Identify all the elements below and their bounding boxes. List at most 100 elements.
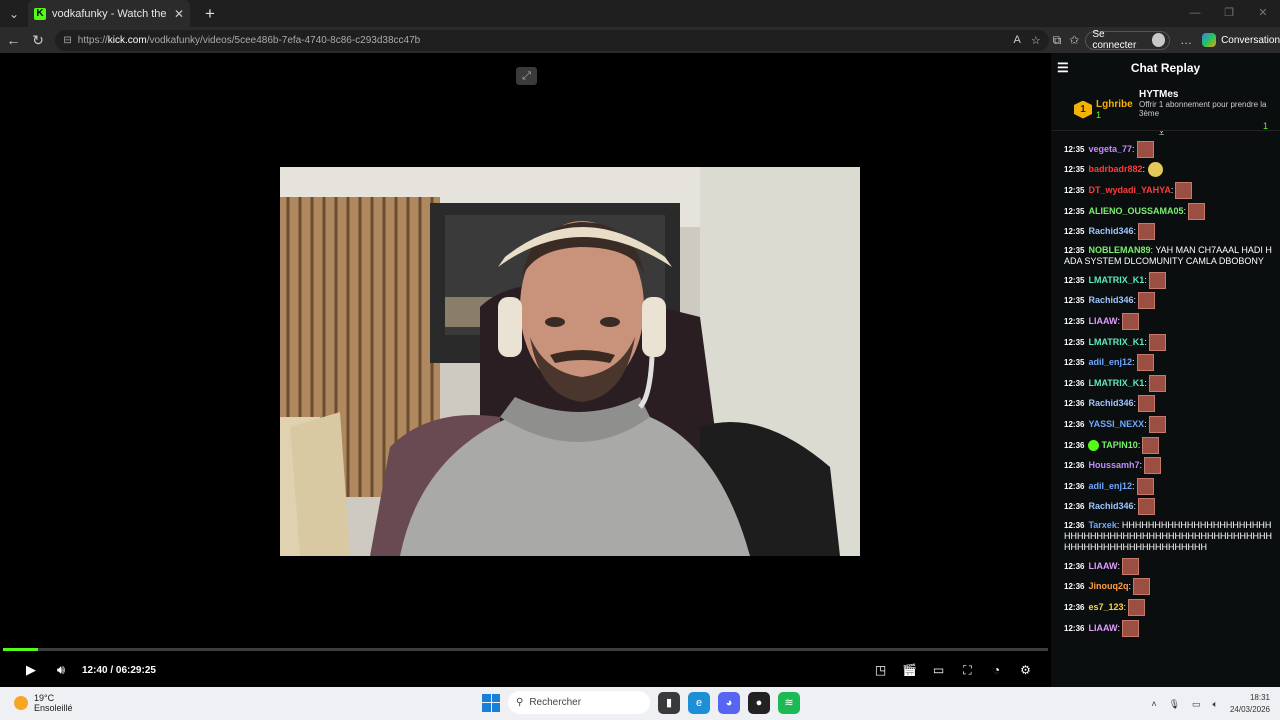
chat-message: 12:36 Jinouq2q:: [1064, 577, 1274, 598]
discord-icon[interactable]: ◕: [718, 691, 740, 714]
message-colon: :: [1117, 560, 1120, 571]
theater-mode-icon[interactable]: ⤢: [516, 67, 537, 85]
progress-bar[interactable]: [3, 648, 1048, 651]
search-icon: ⚲: [516, 697, 524, 708]
clock[interactable]: 18:31 24/03/2026: [1230, 692, 1270, 716]
start-windows-icon[interactable]: [482, 693, 500, 712]
edge-icon[interactable]: e: [688, 691, 710, 714]
message-colon: :: [1133, 295, 1137, 306]
second-gifter[interactable]: HYTMes Offrir 1 abonnement pour prendre …: [1139, 89, 1274, 131]
message-username[interactable]: Rachid346: [1088, 501, 1133, 512]
message-colon: :: [1144, 418, 1147, 429]
url-path: /vodkafunky/videos/5cee486b-7efa-4740-8c…: [146, 34, 421, 46]
weather-widget[interactable]: 19°C Ensoleillé: [14, 693, 73, 713]
collapse-chat-icon[interactable]: ☰: [1057, 60, 1069, 76]
fullscreen-icon[interactable]: ⛶: [956, 657, 979, 683]
volume-icon[interactable]: 🔊︎: [46, 657, 76, 683]
video-frame[interactable]: [280, 167, 860, 556]
message-username[interactable]: LMATRIX_K1: [1088, 337, 1144, 348]
gift-cta-text: Offrir 1 abonnement pour prendre la 3ème: [1139, 100, 1267, 118]
message-username[interactable]: TAPIN10: [1101, 440, 1137, 451]
chat-message: 12:36 Tarxek: HHHHHHHHHHHHHHHHHHHHHHHHHHH…: [1064, 517, 1274, 556]
message-colon: :: [1133, 501, 1137, 512]
browser-tab[interactable]: K vodkafunky - Watch the VOD on K ✕: [28, 0, 190, 27]
message-username[interactable]: Rachid346: [1088, 295, 1133, 306]
emote-icon: [1148, 374, 1166, 392]
top-gifter[interactable]: 1 Lghribe 1: [1074, 89, 1139, 130]
chat-message: 12:36 YASSI_NEXX:: [1064, 414, 1274, 435]
tab-actions-icon[interactable]: ⌄: [0, 0, 28, 27]
chat-message: 12:35 badrbadr882:: [1064, 160, 1274, 181]
tray-overflow-icon[interactable]: ˄: [1151, 699, 1156, 709]
second-gifter-name: HYTMes: [1139, 89, 1179, 100]
weather-label: Ensoleillé: [34, 703, 73, 713]
video-player[interactable]: ⤢ ▶ 🔊︎ 12:40 / 06:29:25 ◳ 🎬︎ ▭ ⛶ ◔ ⚙: [0, 53, 1051, 687]
refresh-icon[interactable]: ↻: [27, 28, 50, 52]
site-info-icon[interactable]: ⊟: [63, 35, 71, 46]
copilot-button[interactable]: Conversation: [1202, 33, 1280, 47]
message-timestamp: 12:35: [1064, 185, 1085, 195]
message-username[interactable]: adil_enj12: [1088, 357, 1132, 368]
more-menu-icon[interactable]: …: [1180, 33, 1192, 47]
message-username[interactable]: LIAAW: [1088, 561, 1117, 572]
message-timestamp: 12:36: [1064, 481, 1085, 491]
network-icon[interactable]: ▭: [1192, 699, 1201, 710]
emote-icon: [1144, 457, 1162, 475]
app-icon[interactable]: ●: [748, 691, 770, 714]
playback-speed-icon[interactable]: ◔: [985, 657, 1008, 683]
chat-messages: 12:35 vegeta_77: 12:35 badrbadr882: 12:35 D…: [1064, 139, 1274, 638]
message-username[interactable]: DT_wydadi_YAHYA: [1088, 185, 1170, 196]
emote-icon: [1188, 202, 1206, 220]
chat-header: ☰ Chat Replay: [1051, 53, 1280, 83]
extensions-icon[interactable]: ⧉: [1053, 33, 1062, 48]
close-window-icon[interactable]: ✕: [1246, 0, 1280, 27]
address-bar[interactable]: ⊟ https://kick.com/vodkafunky/videos/5ce…: [55, 29, 1049, 51]
message-username[interactable]: ALIENO_OUSSAMA05: [1088, 206, 1183, 217]
play-icon[interactable]: ▶: [16, 657, 46, 683]
message-timestamp: 12:35: [1064, 275, 1085, 285]
message-timestamp: 12:35: [1064, 245, 1085, 255]
task-view-icon[interactable]: ▮: [658, 691, 680, 714]
back-icon[interactable]: ←: [2, 28, 25, 52]
message-username[interactable]: es7_123: [1088, 602, 1123, 613]
microphone-icon[interactable]: 🎙︎: [1169, 699, 1180, 710]
message-username[interactable]: LIAAW: [1088, 623, 1117, 634]
favorite-star-icon[interactable]: ☆: [1031, 34, 1041, 47]
message-username[interactable]: Rachid346: [1088, 398, 1133, 409]
favorites-icon[interactable]: ✩: [1069, 33, 1079, 47]
clip-icon[interactable]: 🎬︎: [898, 657, 921, 683]
message-username[interactable]: YASSI_NEXX: [1088, 419, 1144, 430]
message-timestamp: 12:36: [1064, 561, 1085, 571]
settings-gear-icon[interactable]: ⚙: [1014, 657, 1037, 683]
restore-icon[interactable]: ❐: [1212, 0, 1246, 27]
search-placeholder: Rechercher: [529, 697, 582, 708]
message-username[interactable]: Rachid346: [1088, 226, 1133, 237]
minimize-icon[interactable]: —: [1178, 0, 1212, 27]
message-colon: :: [1144, 336, 1147, 347]
message-username[interactable]: NOBLEMAN89: [1088, 245, 1150, 255]
message-username[interactable]: LMATRIX_K1: [1088, 275, 1144, 286]
message-timestamp: 12:35: [1064, 296, 1085, 306]
miniplayer-icon[interactable]: ◳: [869, 657, 892, 683]
sun-icon: [14, 696, 28, 710]
theater-icon[interactable]: ▭: [927, 657, 950, 683]
signin-button[interactable]: Se connecter: [1085, 29, 1171, 51]
message-username[interactable]: Jinouq2q: [1088, 581, 1128, 592]
expand-pinned-icon[interactable]: ⩡: [1159, 128, 1164, 139]
temperature: 19°C: [34, 693, 55, 703]
spotify-icon[interactable]: ≋: [778, 691, 800, 714]
taskbar-search[interactable]: ⚲ Rechercher: [508, 691, 650, 714]
message-username[interactable]: vegeta_77: [1088, 144, 1132, 155]
message-username[interactable]: adil_enj12: [1088, 481, 1132, 492]
message-username[interactable]: badrbadr882: [1088, 164, 1142, 175]
message-username[interactable]: LIAAW: [1088, 316, 1117, 327]
close-tab-icon[interactable]: ✕: [174, 7, 184, 21]
read-aloud-icon[interactable]: A: [1014, 34, 1021, 47]
message-username[interactable]: LMATRIX_K1: [1088, 378, 1144, 389]
new-tab-icon[interactable]: +: [198, 2, 222, 26]
message-username[interactable]: Tarxek: [1088, 520, 1116, 530]
chat-message: 12:36 LIAAW:: [1064, 618, 1274, 639]
speaker-icon[interactable]: 🔈︎: [1213, 699, 1218, 710]
browser-tab-strip: ⌄ K vodkafunky - Watch the VOD on K ✕ + …: [0, 0, 1280, 27]
message-username[interactable]: Houssamh7: [1088, 460, 1139, 471]
